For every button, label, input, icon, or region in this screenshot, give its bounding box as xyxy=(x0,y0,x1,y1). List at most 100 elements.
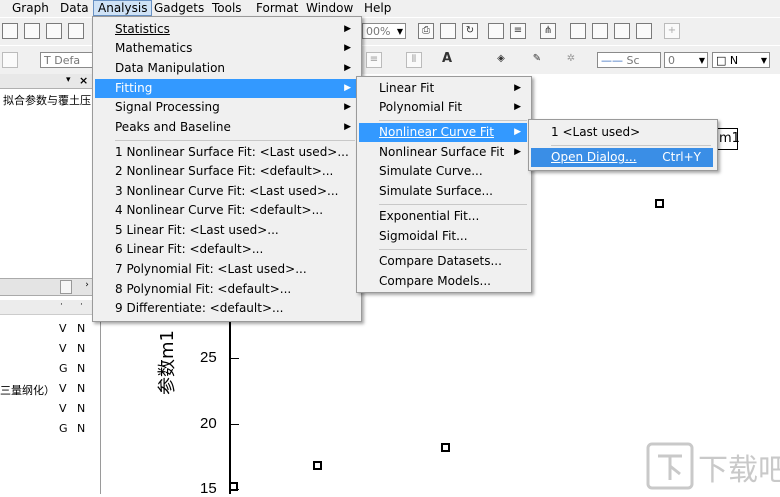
menu-separator xyxy=(115,140,355,141)
add-graph-icon[interactable] xyxy=(570,23,586,39)
menu-item-recent-2[interactable]: 2 Nonlinear Surface Fit: <default>... xyxy=(95,162,357,181)
font-color-icon[interactable]: A xyxy=(440,52,454,66)
list-item[interactable]: V N xyxy=(0,402,100,420)
code-builder-icon[interactable] xyxy=(488,23,504,39)
add-table-icon[interactable] xyxy=(592,23,608,39)
folder-name[interactable]: 拟合参数与覆土压 xyxy=(3,92,91,108)
submenu-arrow-icon: ▶ xyxy=(514,102,521,112)
menu-item-label: Mathematics xyxy=(115,41,193,55)
plugin-icon[interactable] xyxy=(636,23,652,39)
menu-item-compare-datasets[interactable]: Compare Datasets... xyxy=(359,252,527,271)
menu-bar: Graph Data Analysis Gadgets Tools Format… xyxy=(0,0,780,17)
new-graph-icon[interactable] xyxy=(46,23,62,39)
font-combo[interactable]: T Defa xyxy=(40,52,96,68)
menu-data[interactable]: Data xyxy=(56,0,93,16)
horizontal-scrollbar[interactable]: › xyxy=(0,278,100,296)
new-project-icon[interactable] xyxy=(2,23,18,39)
list-item[interactable]: 三量纲化） V N xyxy=(0,382,100,400)
scroll-thumb[interactable] xyxy=(60,280,72,294)
list-item-col1: V xyxy=(59,322,67,335)
symbol-size-combo[interactable]: □ N ▼ xyxy=(712,52,770,68)
panel-close-icon[interactable]: × xyxy=(79,74,88,87)
menu-separator xyxy=(379,204,527,205)
menu-item-linear-fit[interactable]: Linear Fit ▶ xyxy=(359,79,527,98)
line-style-combo[interactable]: —— Sc xyxy=(597,52,661,68)
pointer-icon[interactable] xyxy=(2,52,18,68)
menu-separator xyxy=(379,120,527,121)
y-axis-line[interactable] xyxy=(229,300,231,494)
add-layer-icon[interactable]: + xyxy=(664,23,680,39)
menu-item-recent-3[interactable]: 3 Nonlinear Curve Fit: <Last used>... xyxy=(95,182,357,201)
data-point[interactable] xyxy=(313,461,322,470)
menu-item-label: Fitting xyxy=(115,81,153,95)
add-text-icon[interactable] xyxy=(614,23,630,39)
data-point[interactable] xyxy=(229,482,238,491)
list-item-col2: N xyxy=(77,322,86,335)
menu-item-statistics[interactable]: Statistics ▶ xyxy=(95,20,357,39)
menu-item-sigmoidal-fit[interactable]: Sigmoidal Fit... xyxy=(359,227,527,246)
legend[interactable]: m1 xyxy=(716,128,740,150)
list-item-col1: G xyxy=(59,422,68,435)
menu-item-recent-5[interactable]: 5 Linear Fit: <Last used>... xyxy=(95,221,357,240)
menu-item-recent-6[interactable]: 6 Linear Fit: <default>... xyxy=(95,240,357,259)
menu-item-simulate-surface[interactable]: Simulate Surface... xyxy=(359,182,527,201)
new-layout-icon[interactable] xyxy=(68,23,84,39)
menu-item-fitting[interactable]: Fitting ▶ xyxy=(95,79,357,98)
font-t-icon: T xyxy=(44,54,55,67)
menu-graph[interactable]: Graph xyxy=(8,0,53,16)
menu-item-nonlinear-surface-fit[interactable]: Nonlinear Surface Fit ▶ xyxy=(359,143,527,162)
menu-item-exponential-fit[interactable]: Exponential Fit... xyxy=(359,207,527,226)
menu-item-last-used[interactable]: 1 <Last used> xyxy=(531,123,713,142)
chevron-down-icon: ▼ xyxy=(698,56,705,65)
submenu-arrow-icon: ▶ xyxy=(514,83,521,93)
column-divider: · xyxy=(80,300,83,310)
analysis-menu: Statistics ▶ Mathematics ▶ Data Manipulati… xyxy=(92,16,362,322)
new-workbook-icon[interactable] xyxy=(24,23,40,39)
menu-item-data-manipulation[interactable]: Data Manipulation ▶ xyxy=(95,59,357,78)
menu-item-signal-processing[interactable]: Signal Processing ▶ xyxy=(95,98,357,117)
menu-item-open-dialog[interactable]: Open Dialog... Ctrl+Y xyxy=(531,148,713,167)
menu-help[interactable]: Help xyxy=(360,0,395,16)
line-color-icon[interactable]: ✎ xyxy=(530,52,544,66)
menu-item-label: Data Manipulation xyxy=(115,61,226,75)
data-point[interactable] xyxy=(441,443,450,452)
menu-item-label: Open Dialog... xyxy=(551,150,637,164)
menu-item-label: Linear Fit xyxy=(379,81,435,95)
menu-window[interactable]: Window xyxy=(302,0,357,16)
menu-gadgets[interactable]: Gadgets xyxy=(150,0,208,16)
list-item[interactable]: V N xyxy=(0,322,100,340)
panel-dropdown-icon[interactable]: ▾ xyxy=(66,75,71,85)
align-icon[interactable]: ≡ xyxy=(366,52,382,68)
results-log-icon[interactable]: ≡ xyxy=(510,23,526,39)
menu-item-polynomial-fit[interactable]: Polynomial Fit ▶ xyxy=(359,98,527,117)
list-item[interactable]: G N xyxy=(0,362,100,380)
menu-format[interactable]: Format xyxy=(252,0,302,16)
menu-tools[interactable]: Tools xyxy=(208,0,246,16)
menu-item-compare-models[interactable]: Compare Models... xyxy=(359,272,527,291)
menu-item-recent-4[interactable]: 4 Nonlinear Curve Fit: <default>... xyxy=(95,201,357,220)
list-item-col1: V xyxy=(59,382,67,395)
list-item[interactable]: G N xyxy=(0,422,100,440)
panel-header: ▾ × xyxy=(0,74,92,89)
line-width-combo[interactable]: 0 ▼ xyxy=(664,52,708,68)
menu-item-recent-7[interactable]: 7 Polynomial Fit: <Last used>... xyxy=(95,260,357,279)
print-icon[interactable]: ⎙ xyxy=(418,23,434,39)
pattern-icon[interactable]: ✲ xyxy=(564,52,578,66)
refresh-icon[interactable]: ↻ xyxy=(462,23,478,39)
menu-analysis[interactable]: Analysis xyxy=(93,0,153,16)
bars-icon[interactable]: ⦀ xyxy=(406,52,422,68)
menu-item-recent-1[interactable]: 1 Nonlinear Surface Fit: <Last used>... xyxy=(95,143,357,162)
list-item-col2: N xyxy=(77,362,86,375)
list-item[interactable]: V N xyxy=(0,342,100,360)
copy-page-icon[interactable] xyxy=(440,23,456,39)
menu-item-mathematics[interactable]: Mathematics ▶ xyxy=(95,39,357,58)
menu-item-nonlinear-curve-fit[interactable]: Nonlinear Curve Fit ▶ xyxy=(359,123,527,142)
menu-item-peaks-baseline[interactable]: Peaks and Baseline ▶ xyxy=(95,118,357,137)
menu-item-recent-8[interactable]: 8 Polynomial Fit: <default>... xyxy=(95,280,357,299)
fill-color-icon[interactable]: ◈ xyxy=(494,52,508,66)
menu-item-simulate-curve[interactable]: Simulate Curve... xyxy=(359,162,527,181)
menu-item-recent-9[interactable]: 9 Differentiate: <default>... xyxy=(95,299,357,318)
data-point[interactable] xyxy=(655,199,664,208)
zoom-combo[interactable]: 00% ▼ xyxy=(362,23,406,39)
project-explorer-icon[interactable]: ⋔ xyxy=(540,23,556,39)
